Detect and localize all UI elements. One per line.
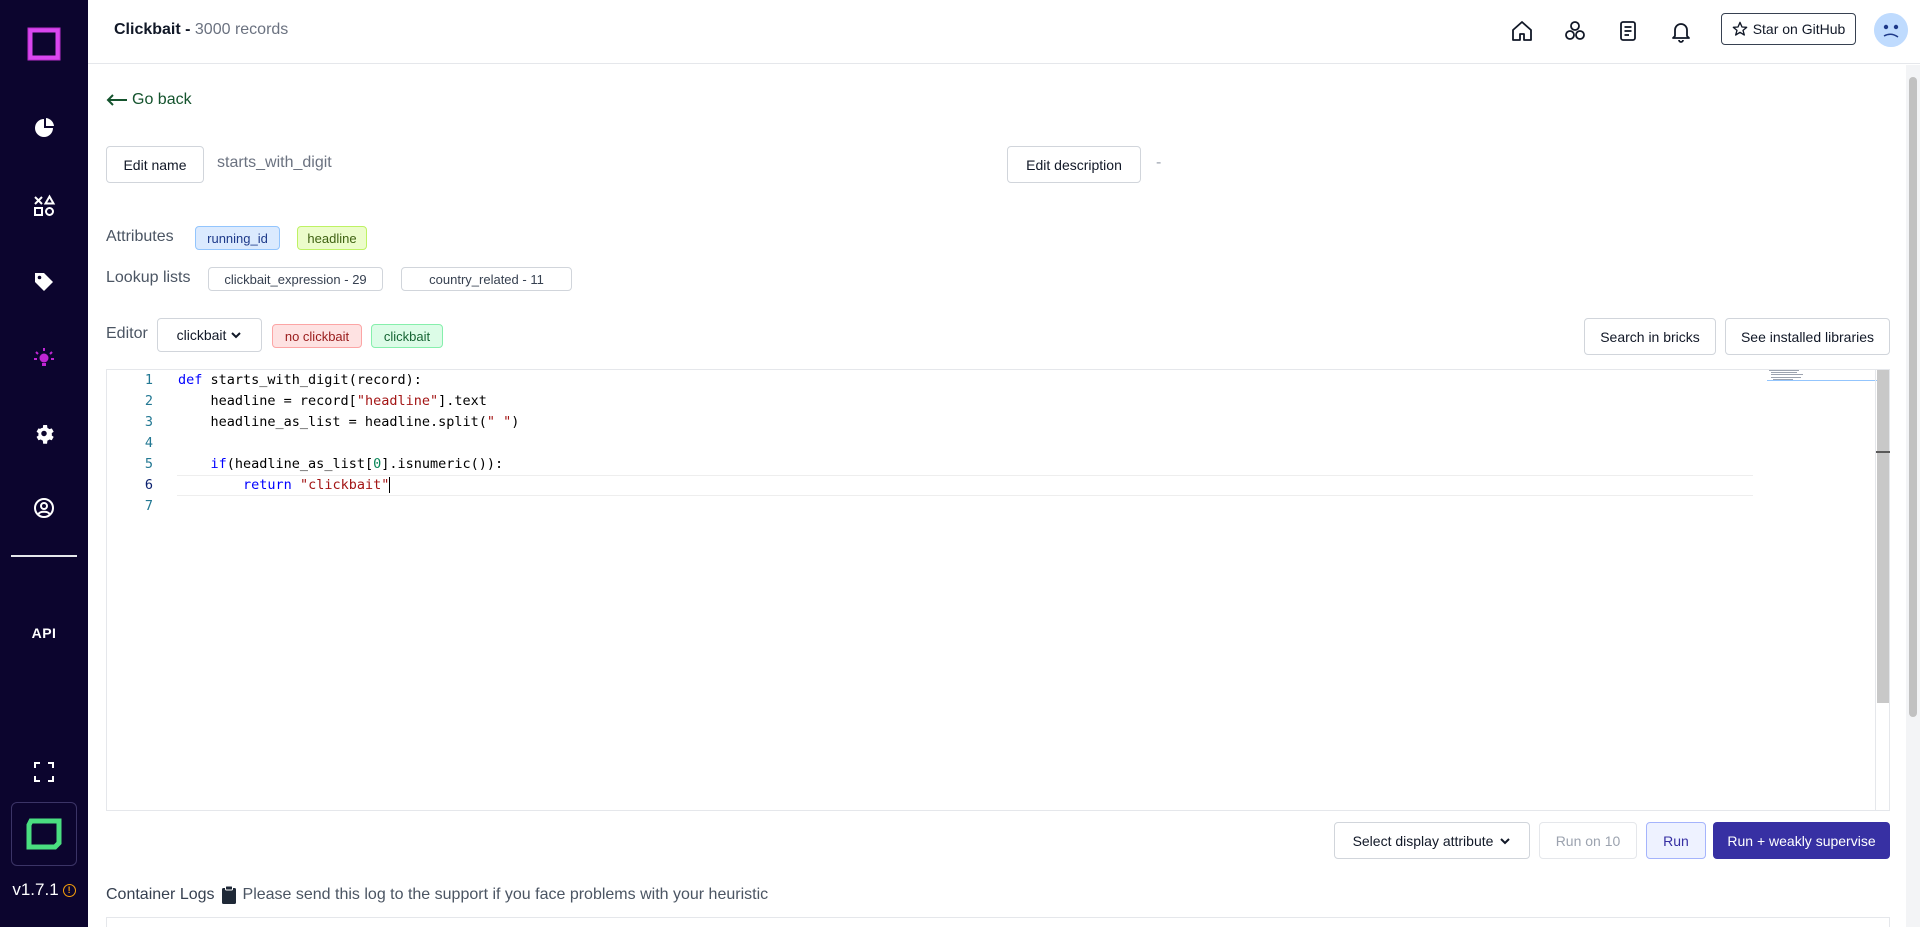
run-button[interactable]: Run: [1646, 822, 1706, 859]
sidebar: API v1.7.1 !: [0, 0, 88, 927]
label-tag-no-clickbait[interactable]: no clickbait: [272, 324, 362, 348]
go-back-link[interactable]: Go back: [106, 91, 192, 109]
partner-logo-icon[interactable]: [11, 802, 77, 866]
app-logo-icon[interactable]: [0, 22, 88, 66]
line-number-gutter: 1 2 3 4 5 6 7: [107, 370, 163, 810]
editor-scrollbar-thumb[interactable]: [1877, 370, 1889, 703]
chevron-down-icon: [1500, 837, 1511, 844]
select-display-attribute-dropdown[interactable]: Select display attribute: [1334, 822, 1530, 859]
search-in-bricks-button[interactable]: Search in bricks: [1584, 318, 1716, 355]
home-icon[interactable]: [1507, 16, 1537, 46]
project-title: Clickbait - 3000 records: [114, 21, 288, 39]
chevron-down-icon: [231, 332, 242, 339]
heuristics-lightbulb-icon[interactable]: [0, 338, 88, 378]
page-scrollbar[interactable]: [1906, 65, 1920, 927]
code-line-1: def starts_with_digit(record):: [178, 372, 422, 388]
main-content: Go back Edit name starts_with_digit Edit…: [88, 65, 1902, 927]
heuristic-name: starts_with_digit: [217, 154, 332, 171]
label-select-dropdown[interactable]: clickbait: [157, 318, 262, 352]
container-logs-header: Container Logs Please send this log to t…: [106, 885, 768, 905]
label-tag-clickbait[interactable]: clickbait: [371, 324, 443, 348]
see-installed-libraries-button[interactable]: See installed libraries: [1725, 318, 1890, 355]
user-account-icon[interactable]: [0, 488, 88, 528]
project-name: Clickbait -: [114, 21, 195, 38]
fullscreen-icon[interactable]: [0, 752, 88, 792]
attribute-tag-running-id[interactable]: running_id: [195, 226, 280, 250]
labels-tag-icon[interactable]: [0, 262, 88, 302]
code-line-5: if(headline_as_list[0].isnumeric()):: [210, 456, 504, 472]
line-number: 5: [144, 456, 153, 472]
description-value: -: [1156, 154, 1162, 171]
editor-label: Editor: [106, 325, 148, 342]
line-number: 3: [144, 414, 153, 430]
api-label: API: [31, 625, 57, 641]
lookup-list-clickbait-expression[interactable]: clickbait_expression - 29: [208, 267, 383, 291]
documentation-icon[interactable]: [1613, 16, 1643, 46]
editor-scrollbar[interactable]: [1875, 370, 1890, 810]
notifications-bell-icon[interactable]: [1666, 16, 1696, 46]
lookup-lists-label: Lookup lists: [106, 269, 191, 286]
overview-pie-chart-icon[interactable]: [0, 108, 88, 148]
container-logs-box: [106, 917, 1890, 927]
code-line-6: return "clickbait": [243, 477, 391, 493]
text-caret: [389, 477, 391, 493]
go-back-label: Go back: [132, 91, 192, 108]
edit-name-button[interactable]: Edit name: [106, 146, 204, 183]
line-number: 7: [144, 498, 153, 514]
warning-info-icon[interactable]: !: [62, 883, 76, 897]
api-link[interactable]: API: [0, 613, 88, 653]
run-weakly-supervise-button[interactable]: Run + weakly supervise: [1713, 822, 1890, 859]
shapes-icon[interactable]: [0, 186, 88, 226]
attributes-label: Attributes: [106, 228, 174, 245]
settings-gear-icon[interactable]: [0, 413, 88, 453]
selected-label: clickbait: [176, 327, 227, 343]
line-number: 4: [144, 435, 153, 451]
code-editor[interactable]: 1 2 3 4 5 6 7 def starts_with_digit(reco…: [106, 369, 1890, 811]
editor-scrollbar-cursor-mark: [1876, 451, 1890, 453]
line-number: 6: [144, 477, 153, 493]
run-on-10-button[interactable]: Run on 10: [1539, 822, 1637, 859]
container-logs-title: Container Logs: [106, 886, 215, 903]
lookup-list-country-related[interactable]: country_related - 11: [401, 267, 572, 291]
attribute-tag-headline[interactable]: headline: [297, 226, 367, 250]
version-indicator: v1.7.1 !: [0, 880, 88, 900]
arrow-left-icon: [106, 94, 127, 106]
top-header: Clickbait - 3000 records Star on GitHub: [88, 0, 1920, 64]
version-label: v1.7.1: [12, 880, 59, 899]
code-line-3: headline_as_list = headline.split(" "): [178, 414, 520, 430]
edit-description-button[interactable]: Edit description: [1007, 146, 1141, 183]
star-on-github-button[interactable]: Star on GitHub: [1721, 13, 1856, 45]
star-icon: [1732, 21, 1748, 36]
line-number: 2: [144, 393, 153, 409]
clipboard-icon[interactable]: [221, 885, 237, 905]
sidebar-divider: [11, 555, 77, 557]
page-scrollbar-thumb[interactable]: [1909, 77, 1917, 717]
select-display-label: Select display attribute: [1352, 832, 1494, 849]
avatar[interactable]: [1874, 13, 1908, 47]
community-circles-icon[interactable]: [1560, 16, 1590, 46]
line-number: 1: [144, 372, 153, 388]
record-count: 3000 records: [194, 21, 289, 38]
container-logs-hint: Please send this log to the support if y…: [242, 886, 769, 903]
github-label: Star on GitHub: [1752, 21, 1846, 37]
code-line-2: headline = record["headline"].text: [178, 393, 487, 409]
current-line-highlight: [177, 475, 1753, 496]
code-minimap[interactable]: [1767, 370, 1877, 382]
